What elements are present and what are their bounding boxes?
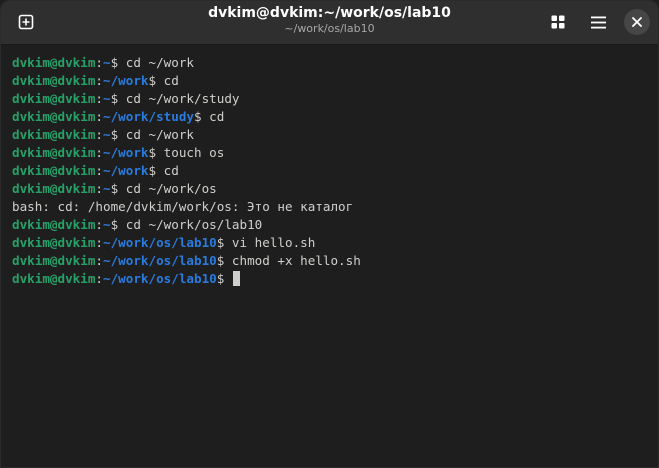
close-window-button[interactable] bbox=[624, 9, 650, 35]
command-text: cd bbox=[201, 109, 225, 124]
prompt-separator: : bbox=[95, 91, 103, 106]
prompt-path: ~ bbox=[103, 127, 111, 142]
prompt-separator: : bbox=[95, 127, 103, 142]
hamburger-menu-icon bbox=[590, 16, 606, 29]
command-text: cd ~/work bbox=[118, 55, 195, 70]
prompt-separator: : bbox=[95, 271, 103, 286]
prompt-path: ~/work/os/lab10 bbox=[103, 235, 217, 250]
terminal-line: dvkim@dvkim:~/work/os/lab10$ bbox=[12, 270, 658, 288]
prompt-user: dvkim@dvkim bbox=[12, 163, 96, 178]
prompt-user: dvkim@dvkim bbox=[12, 253, 96, 268]
terminal-line: dvkim@dvkim:~/work/study$ cd bbox=[12, 108, 658, 126]
terminal-line: dvkim@dvkim:~$ cd ~/work/study bbox=[12, 90, 658, 108]
prompt-user: dvkim@dvkim bbox=[12, 91, 96, 106]
command-text: chmod +x hello.sh bbox=[224, 253, 361, 268]
terminal-line: bash: cd: /home/dvkim/work/os: Это не ка… bbox=[12, 198, 658, 216]
new-tab-icon bbox=[18, 14, 34, 30]
prompt-path: ~/work/os/lab10 bbox=[103, 253, 217, 268]
prompt-path: ~/work bbox=[103, 73, 149, 88]
prompt-symbol: $ bbox=[148, 145, 157, 160]
prompt-path: ~ bbox=[103, 91, 111, 106]
prompt-path: ~/work bbox=[103, 145, 149, 160]
command-text bbox=[224, 271, 232, 286]
terminal-line: dvkim@dvkim:~/work/os/lab10$ chmod +x he… bbox=[12, 252, 658, 270]
prompt-separator: : bbox=[95, 217, 103, 232]
text-cursor bbox=[232, 271, 240, 286]
terminal-line: dvkim@dvkim:~/work$ cd bbox=[12, 162, 658, 180]
prompt-user: dvkim@dvkim bbox=[12, 271, 96, 286]
prompt-user: dvkim@dvkim bbox=[12, 55, 96, 70]
prompt-separator: : bbox=[95, 235, 103, 250]
terminal-line: dvkim@dvkim:~$ cd ~/work/os/lab10 bbox=[12, 216, 658, 234]
command-text: cd ~/work/os/lab10 bbox=[118, 217, 263, 232]
prompt-user: dvkim@dvkim bbox=[12, 73, 96, 88]
prompt-separator: : bbox=[95, 145, 103, 160]
command-text: cd ~/work/study bbox=[118, 91, 240, 106]
prompt-path: ~ bbox=[103, 217, 111, 232]
terminal-output[interactable]: dvkim@dvkim:~$ cd ~/work dvkim@dvkim:~/wo… bbox=[1, 45, 658, 467]
new-tab-button[interactable] bbox=[11, 8, 41, 36]
prompt-path: ~/work/os/lab10 bbox=[103, 271, 217, 286]
prompt-user: dvkim@dvkim bbox=[12, 235, 96, 250]
prompt-user: dvkim@dvkim bbox=[12, 181, 96, 196]
terminal-line: dvkim@dvkim:~$ cd ~/work bbox=[12, 54, 658, 72]
command-text: cd ~/work/os bbox=[118, 181, 217, 196]
main-menu-button[interactable] bbox=[583, 8, 613, 36]
command-text: touch os bbox=[156, 145, 225, 160]
prompt-separator: : bbox=[95, 163, 103, 178]
terminal-window: dvkim@dvkim:~/work/os/lab10 ~/work/os/la… bbox=[0, 0, 659, 468]
prompt-symbol: $ bbox=[148, 163, 157, 178]
title-bar[interactable]: dvkim@dvkim:~/work/os/lab10 ~/work/os/la… bbox=[1, 1, 658, 45]
prompt-separator: : bbox=[95, 55, 103, 70]
tab-overview-icon bbox=[551, 15, 565, 29]
prompt-path: ~/work bbox=[103, 163, 149, 178]
tab-overview-button[interactable] bbox=[543, 8, 573, 36]
prompt-user: dvkim@dvkim bbox=[12, 145, 96, 160]
prompt-separator: : bbox=[95, 181, 103, 196]
prompt-path: ~ bbox=[103, 181, 111, 196]
prompt-separator: : bbox=[95, 109, 103, 124]
terminal-line: dvkim@dvkim:~/work$ touch os bbox=[12, 144, 658, 162]
prompt-symbol: $ bbox=[194, 109, 202, 124]
command-text: cd ~/work bbox=[118, 127, 195, 142]
prompt-separator: : bbox=[95, 253, 103, 268]
command-text: vi hello.sh bbox=[224, 235, 316, 250]
command-text: cd bbox=[156, 163, 179, 178]
prompt-path: ~/work/study bbox=[103, 109, 194, 124]
close-icon bbox=[632, 17, 642, 27]
terminal-line: dvkim@dvkim:~/work/os/lab10$ vi hello.sh bbox=[12, 234, 658, 252]
terminal-line: dvkim@dvkim:~$ cd ~/work bbox=[12, 126, 658, 144]
terminal-line: dvkim@dvkim:~$ cd ~/work/os bbox=[12, 180, 658, 198]
output-text: bash: cd: /home/dvkim/work/os: Это не ка… bbox=[12, 199, 354, 214]
prompt-symbol: $ bbox=[148, 73, 157, 88]
command-text: cd bbox=[156, 73, 179, 88]
prompt-user: dvkim@dvkim bbox=[12, 109, 96, 124]
prompt-separator: : bbox=[95, 73, 103, 88]
prompt-user: dvkim@dvkim bbox=[12, 127, 96, 142]
prompt-path: ~ bbox=[103, 55, 111, 70]
terminal-line: dvkim@dvkim:~/work$ cd bbox=[12, 72, 658, 90]
prompt-user: dvkim@dvkim bbox=[12, 217, 96, 232]
